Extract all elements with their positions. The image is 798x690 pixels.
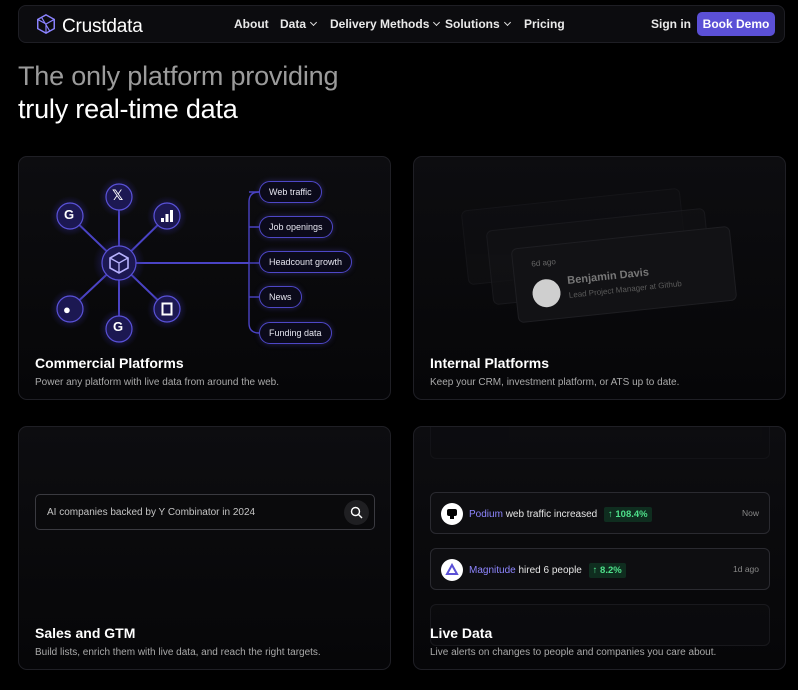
- nav-solutions[interactable]: Solutions: [445, 17, 511, 31]
- search-input[interactable]: AI companies backed by Y Combinator in 2…: [47, 507, 255, 518]
- card-description: Power any platform with live data from a…: [35, 377, 280, 388]
- profile-time: 6d ago: [530, 257, 557, 269]
- chevron-down-icon: [503, 18, 511, 27]
- search-icon: [350, 506, 363, 519]
- company-link[interactable]: Magnitude: [469, 565, 516, 576]
- magnitude-logo-icon: [441, 559, 463, 581]
- podium-logo-icon: [441, 503, 463, 525]
- card-sales-gtm[interactable]: AI companies backed by Y Combinator in 2…: [18, 426, 391, 670]
- nav-pricing[interactable]: Pricing: [524, 17, 565, 31]
- analytics-bars-icon: [160, 209, 174, 228]
- top-nav: Crustdata About Data Delivery Methods So…: [18, 5, 785, 43]
- search-button[interactable]: [344, 500, 369, 525]
- alert-time: 1d ago: [733, 564, 759, 574]
- pill-job-openings: Job openings: [259, 216, 333, 238]
- card-description: Build lists, enrich them with live data,…: [35, 647, 321, 658]
- card-title: Commercial Platforms: [35, 355, 184, 371]
- alert-text: Podium web traffic increased ↑ 108.4%: [469, 507, 652, 522]
- change-badge: ↑ 8.2%: [588, 563, 626, 578]
- alert-faded-top: [430, 427, 770, 459]
- brand-logo[interactable]: Crustdata: [35, 13, 143, 40]
- brand-name: Crustdata: [62, 15, 143, 37]
- sign-in-link[interactable]: Sign in: [651, 17, 691, 31]
- card-live-data[interactable]: Podium web traffic increased ↑ 108.4% No…: [413, 426, 786, 670]
- card-commercial-platforms[interactable]: 𝕏 G ● G Web traffic Job openings Headcou…: [18, 156, 391, 400]
- search-box[interactable]: AI companies backed by Y Combinator in 2…: [35, 494, 375, 530]
- x-twitter-icon: 𝕏: [112, 187, 124, 203]
- nav-about[interactable]: About: [234, 17, 269, 31]
- google-icon: G: [64, 207, 75, 222]
- card-title: Sales and GTM: [35, 625, 136, 641]
- crustdata-logo-icon: [35, 13, 57, 40]
- card-description: Keep your CRM, investment platform, or A…: [430, 377, 680, 388]
- avatar: [531, 277, 562, 309]
- pill-funding-data: Funding data: [259, 322, 332, 344]
- alert-item[interactable]: Podium web traffic increased ↑ 108.4% No…: [430, 492, 770, 534]
- glassdoor-icon: [161, 302, 173, 321]
- change-badge: ↑ 108.4%: [604, 507, 652, 522]
- pill-web-traffic: Web traffic: [259, 181, 322, 203]
- nav-data[interactable]: Data: [280, 17, 318, 31]
- alert-text: Magnitude hired 6 people ↑ 8.2%: [469, 563, 626, 578]
- hero-heading: The only platform providing truly real-t…: [18, 61, 339, 124]
- pill-headcount-growth: Headcount growth: [259, 251, 353, 273]
- chevron-down-icon: [309, 18, 318, 27]
- card-description: Live alerts on changes to people and com…: [430, 647, 717, 658]
- card-title: Live Data: [430, 625, 493, 641]
- chevron-down-icon: [433, 18, 441, 27]
- card-internal-platforms[interactable]: 6d ago Benjamin Davis Lead Project Manag…: [413, 156, 786, 400]
- g2-icon: G: [113, 319, 124, 334]
- card-title: Internal Platforms: [430, 355, 550, 371]
- pill-news: News: [259, 286, 302, 308]
- nav-delivery-methods[interactable]: Delivery Methods: [330, 17, 441, 31]
- apple-icon: ●: [63, 302, 71, 317]
- crustdata-hub-icon: [107, 251, 131, 280]
- book-demo-button[interactable]: Book Demo: [697, 12, 775, 36]
- alert-item[interactable]: Magnitude hired 6 people ↑ 8.2% 1d ago: [430, 548, 770, 590]
- company-link[interactable]: Podium: [469, 509, 503, 520]
- alert-time: Now: [741, 508, 759, 518]
